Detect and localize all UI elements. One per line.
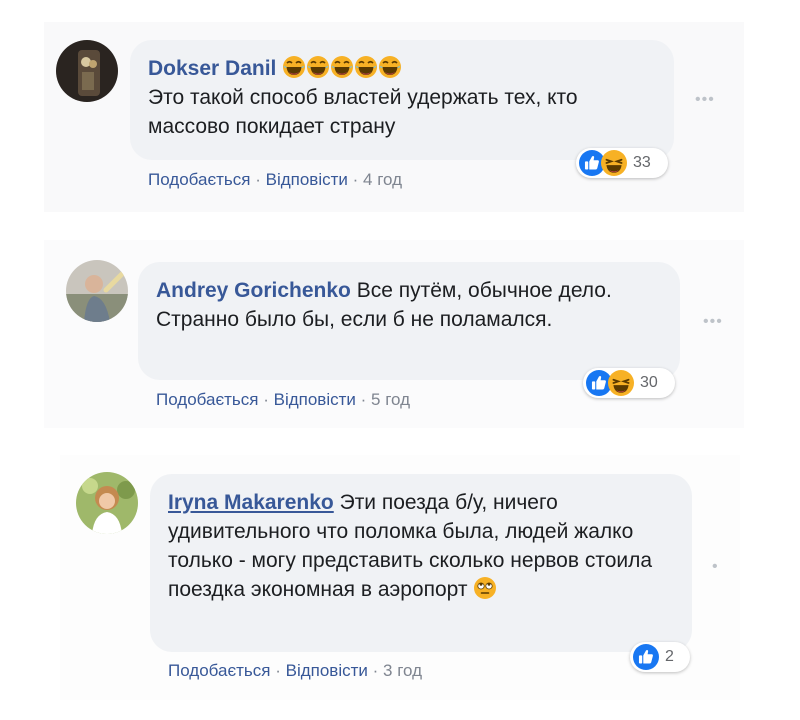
like-link[interactable]: Подобається [148,170,251,189]
avatar[interactable] [76,472,138,534]
comment-text: Это такой способ властей удержать тех, к… [148,86,578,138]
comment-actions: Подобається · Відповісти · 5 год [156,390,410,410]
comment-author[interactable]: Iryna Makarenko [168,491,334,514]
timestamp[interactable]: 3 год [383,661,422,680]
haha-icon [608,370,634,396]
laughing-emoji [354,55,378,79]
comment-author[interactable]: Dokser Danil [148,57,276,80]
more-options-icon[interactable]: ••• [703,313,723,331]
reaction-count: 2 [665,648,674,665]
like-link[interactable]: Подобається [156,390,259,409]
separator: · [367,661,384,680]
timestamp[interactable]: 5 год [371,390,410,409]
emoji-group [282,57,402,80]
reaction-count: 33 [633,154,651,171]
separator: · [270,661,286,680]
like-link[interactable]: Подобається [168,661,271,680]
separator: · [250,170,266,189]
laughing-emoji [378,55,402,79]
more-options-icon[interactable]: • [712,558,719,576]
reply-link[interactable]: Відповісти [286,661,368,680]
more-options-icon[interactable]: ••• [695,91,715,109]
avatar-photo-icon [66,260,128,322]
separator: · [347,170,364,189]
timestamp[interactable]: 4 год [363,170,402,189]
avatar-photo-icon [56,40,118,102]
haha-icon [601,150,627,176]
avatar[interactable] [56,40,118,102]
reactions-summary[interactable]: 30 [583,368,675,398]
comment-author[interactable]: Andrey Gorichenko [156,279,351,302]
comment-bubble: Dokser Danil Это такой способ властей уд… [130,40,674,160]
separator: · [355,390,372,409]
laughing-emoji [330,55,354,79]
rolling-eyes-emoji [473,576,497,600]
reply-link[interactable]: Відповісти [274,390,356,409]
reactions-summary[interactable]: 2 [630,642,690,672]
comment-actions: Подобається · Відповісти · 3 год [168,661,422,681]
reply-link[interactable]: Відповісти [266,170,348,189]
reactions-summary[interactable]: 33 [576,148,668,178]
laughing-emoji [282,55,306,79]
comment-actions: Подобається · Відповісти · 4 год [148,170,402,190]
laughing-emoji [306,55,330,79]
avatar[interactable] [66,260,128,322]
avatar-photo-icon [76,472,138,534]
like-icon [633,644,659,670]
separator: · [258,390,274,409]
comment-bubble: Iryna Makarenko Эти поезда б/у, ничего у… [150,474,692,652]
reaction-count: 30 [640,374,658,391]
comment-bubble: Andrey Gorichenko Все путём, обычное дел… [138,262,680,380]
